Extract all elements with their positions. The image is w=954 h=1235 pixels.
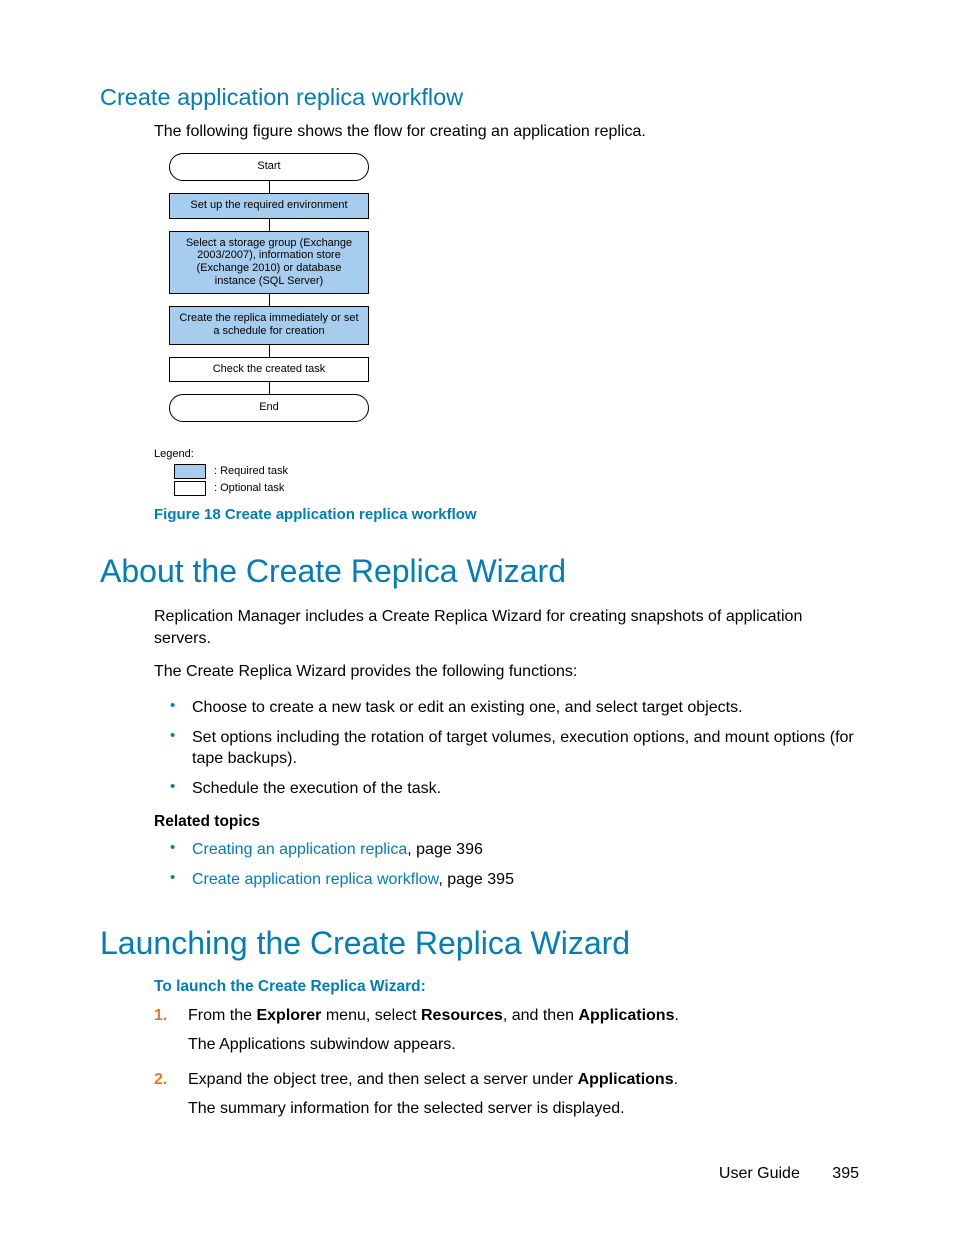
flow-connector [269,294,270,306]
flow-end: End [169,394,369,422]
list-item: Create application replica workflow, pag… [170,865,864,895]
flow-start: Start [169,153,369,181]
link-suffix: , page 395 [438,871,514,888]
step-1: From the Explorer menu, select Resources… [154,1004,864,1068]
heading-launching-wizard: Launching the Create Replica Wizard [100,925,864,962]
flow-connector [269,219,270,231]
footer-label: User Guide [719,1165,800,1182]
legend-label-required: : Required task [214,465,288,477]
ui-term: Applications [578,1071,674,1088]
step-text: . [674,1071,678,1088]
step-result: The Applications subwindow appears. [188,1033,864,1056]
list-item: Set options including the rotation of ta… [170,723,864,774]
link-suffix: , page 396 [407,841,483,858]
flow-connector [269,345,270,357]
link-creating-replica[interactable]: Creating an application replica [192,841,407,858]
flow-step-check: Check the created task [169,357,369,383]
page-footer: User Guide 395 [719,1165,859,1183]
heading-about-wizard: About the Create Replica Wizard [100,553,864,590]
legend-swatch-required [174,464,206,479]
about-p2: The Create Replica Wizard provides the f… [154,661,854,683]
ui-term: Explorer [256,1007,321,1024]
flow-step-create: Create the replica immediately or set a … [169,306,369,344]
step-text: From the [188,1007,256,1024]
flow-connector [269,181,270,193]
legend: Legend: : Required task : Optional task [154,448,864,496]
function-list: Choose to create a new task or edit an e… [170,693,864,803]
ui-term: Applications [578,1007,674,1024]
list-item: Schedule the execution of the task. [170,774,864,804]
legend-row-optional: : Optional task [174,481,864,496]
legend-swatch-optional [174,481,206,496]
step-text: . [674,1007,678,1024]
procedure-steps: From the Explorer menu, select Resources… [154,1004,864,1133]
list-item: Creating an application replica, page 39… [170,835,864,865]
step-2: Expand the object tree, and then select … [154,1068,864,1132]
legend-label-optional: : Optional task [214,482,284,494]
legend-row-required: : Required task [174,464,864,479]
list-item: Choose to create a new task or edit an e… [170,693,864,723]
step-text: Expand the object tree, and then select … [188,1071,578,1088]
workflow-diagram: Start Set up the required environment Se… [154,153,384,421]
procedure-heading: To launch the Create Replica Wizard: [154,978,864,996]
ui-term: Resources [421,1007,503,1024]
step-text: , and then [503,1007,579,1024]
related-topics-heading: Related topics [154,813,864,831]
heading-create-workflow: Create application replica workflow [100,84,864,111]
document-page: Create application replica workflow The … [0,0,954,1235]
step-text: menu, select [321,1007,421,1024]
link-create-workflow[interactable]: Create application replica workflow [192,871,438,888]
intro-text: The following figure shows the flow for … [154,121,854,143]
figure-caption: Figure 18 Create application replica wor… [154,506,864,523]
flow-step-select: Select a storage group (Exchange 2003/20… [169,231,369,295]
flow-step-setup: Set up the required environment [169,193,369,219]
about-p1: Replication Manager includes a Create Re… [154,606,854,651]
page-number: 395 [832,1165,859,1182]
flow-connector [269,382,270,394]
step-result: The summary information for the selected… [188,1097,864,1120]
related-topics-list: Creating an application replica, page 39… [170,835,864,894]
legend-title: Legend: [154,448,864,460]
